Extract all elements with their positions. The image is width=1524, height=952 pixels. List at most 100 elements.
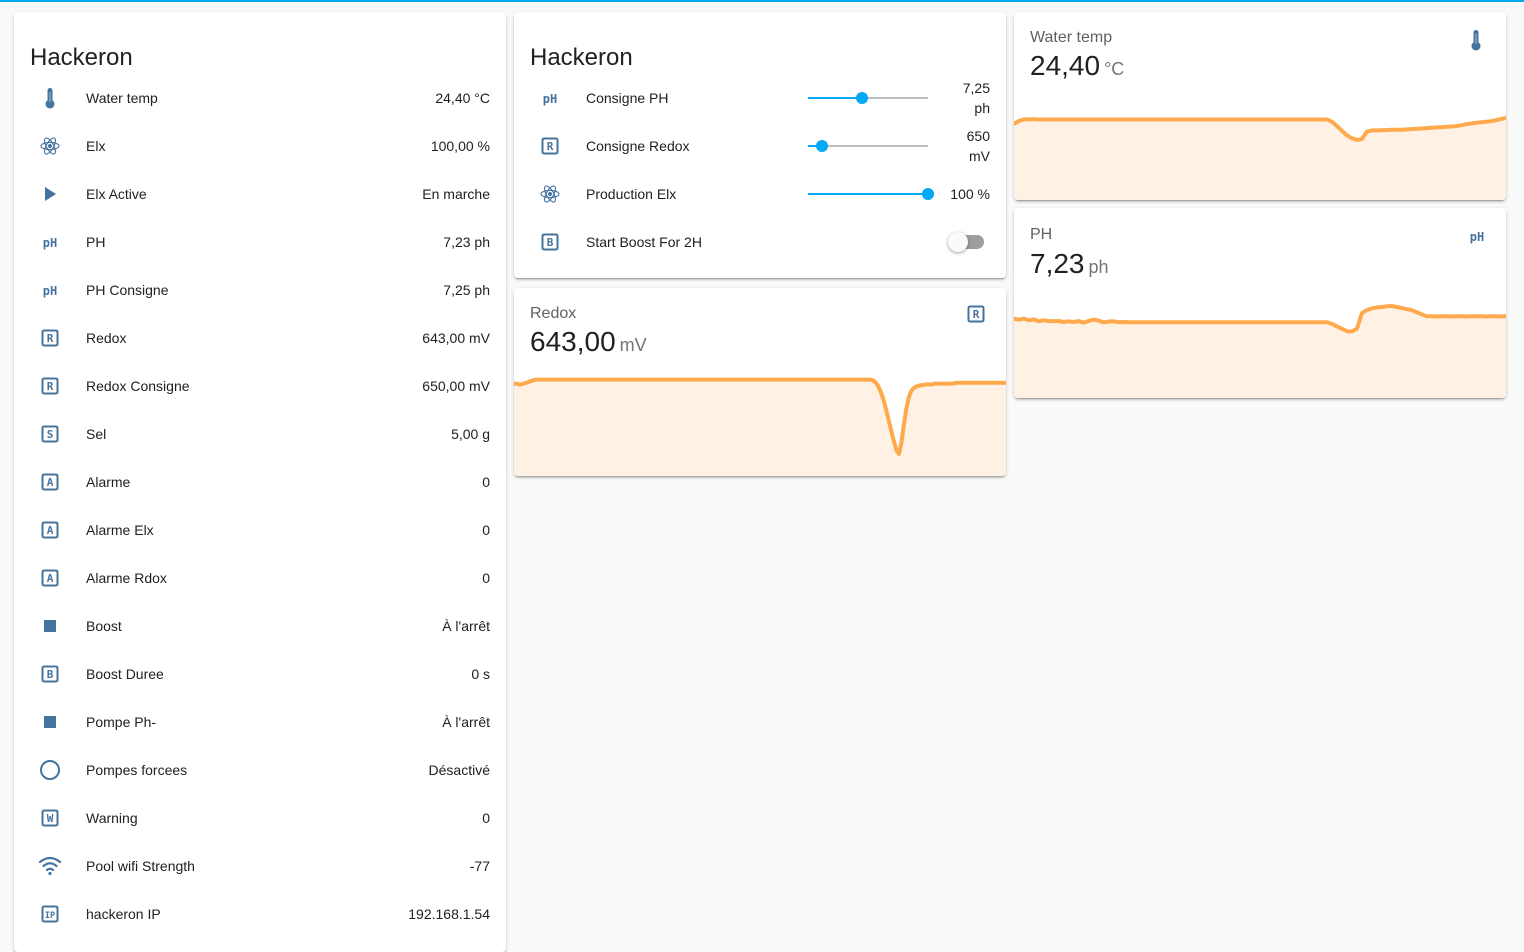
entity-name: Boost Duree (86, 666, 164, 682)
value-slider[interactable] (806, 174, 934, 214)
svg-text:A: A (47, 524, 54, 537)
ph-history-graph (1014, 304, 1506, 398)
sensor-name: Water temp (1030, 29, 1113, 46)
entity-name: Pool wifi Strength (86, 858, 195, 874)
letter-w-box-icon: W (30, 798, 70, 838)
graph-area (1014, 117, 1506, 200)
sensor-unit: mV (619, 335, 647, 355)
entity-name: Boost (86, 618, 122, 634)
entity-name: Alarme (86, 474, 131, 490)
entity-name: Sel (86, 426, 107, 442)
entity-state: 7,25 ph (443, 282, 490, 298)
redox-sensor-card[interactable]: Redox 643,00 mV R (514, 288, 1006, 476)
slider-value: 7,25 ph (962, 80, 990, 116)
circle-outline-icon (30, 750, 70, 790)
slider-fill (808, 97, 862, 99)
entity-row[interactable]: R Redox 643,00 mV (30, 318, 490, 358)
slider-knob[interactable] (922, 188, 934, 200)
entity-state: 5,00 g (451, 426, 490, 442)
svg-text:A: A (47, 572, 54, 585)
letter-r-box-icon: R (530, 126, 570, 166)
card-title: Hackeron (530, 44, 633, 71)
entity-state: À l'arrêt (442, 714, 490, 730)
sensor-name: PH (1030, 226, 1053, 243)
control-name: Start Boost For 2H (586, 234, 702, 250)
entity-state: 0 (482, 522, 490, 538)
entity-state: 192.168.1.54 (408, 906, 490, 922)
sensor-name: Redox (530, 305, 577, 322)
entity-row[interactable]: S Sel 5,00 g (30, 414, 490, 454)
sensor-value: 24,40 °C (1030, 50, 1125, 81)
value-slider[interactable] (806, 78, 930, 118)
play-icon (30, 174, 70, 214)
atom-icon (530, 174, 570, 214)
entity-name: PH (86, 234, 106, 250)
ph-sensor-card[interactable]: PH 7,23 ph pH (1014, 208, 1506, 398)
svg-text:R: R (47, 380, 54, 393)
entity-row[interactable]: Elx 100,00 % (30, 126, 490, 166)
entity-row[interactable]: W Warning 0 (30, 798, 490, 838)
entity-row[interactable]: Pompe Ph- À l'arrêt (30, 702, 490, 742)
entity-row[interactable]: R Redox Consigne 650,00 mV (30, 366, 490, 406)
entity-state: 650,00 mV (422, 378, 490, 394)
sensor-value: 7,23 ph (1030, 248, 1109, 279)
atom-icon (30, 126, 70, 166)
svg-text:pH: pH (43, 236, 57, 250)
entity-row[interactable]: A Alarme Rdox 0 (30, 558, 490, 598)
redox-history-graph (514, 377, 1006, 476)
svg-text:W: W (47, 812, 54, 825)
svg-text:pH: pH (43, 284, 57, 298)
letter-b-box-icon: B (30, 654, 70, 694)
entity-name: Alarme Rdox (86, 570, 167, 586)
water-temp-sensor-card[interactable]: Water temp 24,40 °C (1014, 12, 1506, 200)
controls-card: Hackeron pH Consigne PH 7,25 ph R Consigne Re… (514, 12, 1006, 278)
svg-text:B: B (547, 236, 554, 249)
entity-state: 7,23 ph (443, 234, 490, 250)
slider-knob[interactable] (856, 92, 868, 104)
slider-fill (808, 193, 928, 195)
value-slider[interactable] (806, 126, 930, 166)
entity-row[interactable]: Water temp 24,40 °C (30, 78, 490, 118)
svg-text:R: R (547, 140, 554, 153)
sensor-unit: ph (1088, 257, 1109, 277)
entity-row[interactable]: A Alarme Elx 0 (30, 510, 490, 550)
entity-state: 24,40 °C (435, 90, 490, 106)
entity-name: Redox (86, 330, 127, 346)
svg-text:A: A (47, 476, 54, 489)
letter-a-box-icon: A (30, 462, 70, 502)
entity-row[interactable]: Pompes forcees Désactivé (30, 750, 490, 790)
ph-icon: pH (30, 222, 70, 262)
slider-knob[interactable] (816, 140, 829, 152)
svg-text:pH: pH (1470, 230, 1484, 244)
header-accent-line (0, 0, 1524, 2)
letter-s-box-icon: S (30, 414, 70, 454)
entity-row[interactable]: pH PH Consigne 7,25 ph (30, 270, 490, 310)
sensor-value: 643,00 mV (530, 326, 647, 357)
sensor-unit: °C (1104, 59, 1125, 79)
entity-state: 643,00 mV (422, 330, 490, 346)
entity-state: 0 (482, 474, 490, 490)
entity-row[interactable]: Pool wifi Strength -77 (30, 846, 490, 886)
entity-name: Water temp (86, 90, 158, 106)
entity-row[interactable]: A Alarme 0 (30, 462, 490, 502)
entity-row[interactable]: pH PH 7,23 ph (30, 222, 490, 262)
entity-state: -77 (469, 858, 490, 874)
letter-r-box-icon: R (966, 304, 990, 328)
entity-state: 0 (482, 810, 490, 826)
entity-name: Alarme Elx (86, 522, 154, 538)
svg-text:pH: pH (543, 92, 557, 106)
entity-state: 100,00 % (430, 138, 490, 154)
entity-row[interactable]: IP hackeron IP 192.168.1.54 (30, 894, 490, 934)
entity-name: Pompes forcees (86, 762, 188, 778)
ip-box-icon: IP (30, 894, 70, 934)
entity-row[interactable]: Boost À l'arrêt (30, 606, 490, 646)
ph-icon: pH (530, 78, 570, 118)
svg-text:B: B (47, 668, 54, 681)
entity-row[interactable]: Elx Active En marche (30, 174, 490, 214)
entity-row[interactable]: B Boost Duree 0 s (30, 654, 490, 694)
card-title: Hackeron (30, 44, 133, 71)
boost-toggle[interactable] (948, 232, 986, 252)
slider-value: 650 mV (966, 128, 990, 164)
graph-area (514, 379, 1006, 476)
entities-card: Hackeron Water temp 24,40 °C Elx 100,00 % El… (14, 12, 506, 952)
